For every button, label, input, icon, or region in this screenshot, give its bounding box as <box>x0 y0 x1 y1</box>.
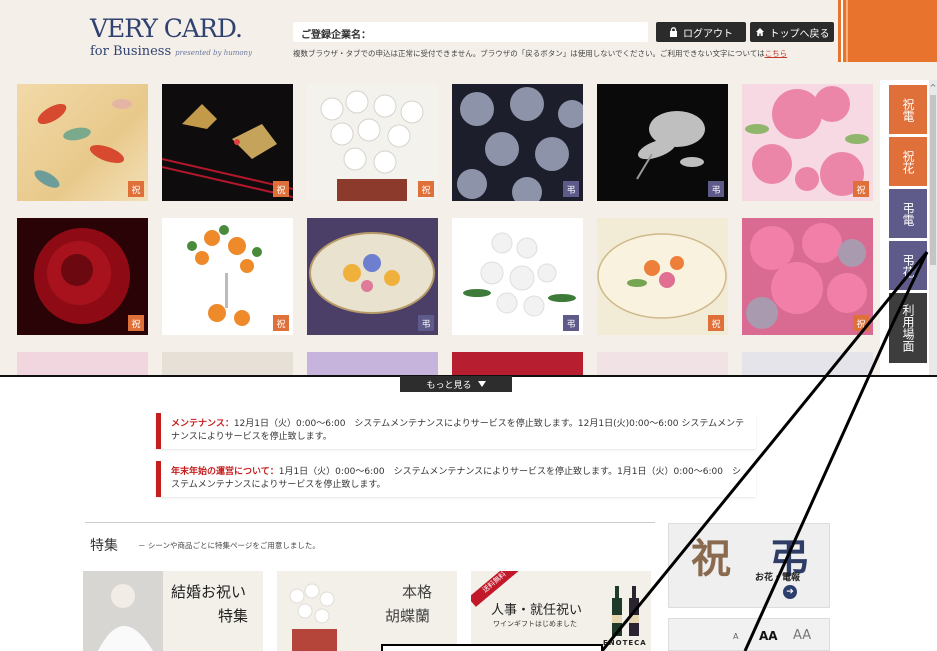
font-size-selector: A AA AA <box>668 618 830 651</box>
side-nav-celebration-flowers[interactable]: 祝花 <box>889 137 927 186</box>
font-size-large-button[interactable]: AA <box>793 628 811 643</box>
celebration-tag: 祝 <box>853 181 869 197</box>
wine-special-card[interactable]: 送料無料 人事・就任祝い ワインギフトはじめました ENOTECA <box>471 571 651 651</box>
product-tile[interactable]: 祝 <box>307 84 438 201</box>
special-divider <box>85 522 655 523</box>
celebration-tag: 祝 <box>273 315 289 331</box>
wine-card-title: 人事・就任祝い <box>491 603 583 618</box>
new-year-title: 年末年始の運営について： <box>171 467 279 477</box>
product-tile[interactable]: 弔 <box>452 218 583 335</box>
product-tile[interactable]: 弔 <box>597 84 728 201</box>
page: VERY CARD. for Business presented by humo… <box>0 0 937 651</box>
wedding-card-subtitle: 特集 <box>218 607 249 625</box>
logo-presented-text: presented by humony <box>175 49 253 57</box>
celebration-tag: 祝 <box>273 181 289 197</box>
accent-block <box>838 0 937 62</box>
condolence-tag: 弔 <box>563 315 579 331</box>
new-year-notice: 年末年始の運営について：1月1日（火）0:00〜6:00 システムメンテナンスに… <box>156 461 756 497</box>
logout-button[interactable]: ログアウト <box>656 22 746 42</box>
celebration-tag: 祝 <box>853 315 869 331</box>
company-name-field: ご登録企業名： <box>293 22 648 42</box>
celebration-kanji: 祝 <box>691 535 731 582</box>
scroll-up-arrow-icon[interactable]: ^ <box>929 83 937 93</box>
arrow-right-icon: ➔ <box>783 585 797 599</box>
product-tile[interactable] <box>742 352 873 375</box>
maintenance-title: メンテナンス： <box>171 419 234 429</box>
celebration-tag: 祝 <box>128 315 144 331</box>
product-tile[interactable] <box>17 352 148 375</box>
banner-text: お花・電報 <box>755 573 801 583</box>
condolence-tag: 弔 <box>563 181 579 197</box>
maintenance-body: 12月1日（火）0:00〜6:00 システムメンテナンスによりサービスを停止致し… <box>171 419 745 442</box>
wine-bottles-image <box>612 586 639 636</box>
celebration-condolence-banner[interactable]: 祝 弔 お花・電報 ➔ <box>668 523 830 608</box>
celebration-tag: 祝 <box>128 181 144 197</box>
celebration-tag: 祝 <box>418 181 434 197</box>
show-more-button[interactable]: もっと見る <box>400 376 512 392</box>
maintenance-notice: メンテナンス：12月1日（火）0:00〜6:00 システムメンテナンスによりサー… <box>156 413 756 449</box>
condolence-tag: 弔 <box>418 315 434 331</box>
condolence-tag: 弔 <box>708 181 724 197</box>
wine-card-subtitle: ワインギフトはじめました <box>493 620 577 628</box>
product-tile[interactable]: 祝 <box>17 218 148 335</box>
notice-link[interactable]: こちら <box>765 49 788 58</box>
product-tile[interactable] <box>162 352 293 375</box>
product-tile[interactable] <box>452 352 583 375</box>
logo-sub-text: for Business <box>90 44 172 59</box>
product-tile[interactable]: 祝 <box>162 84 293 201</box>
scrollbar-thumb[interactable] <box>930 95 936 265</box>
notice-text: 複数ブラウザ・タブでの申込は正常に受付できません。ブラウザの「戻るボタン」は使用… <box>293 49 765 58</box>
wedding-special-card[interactable]: 結婚お祝い 特集 <box>83 571 263 651</box>
side-nav-celebration-telegram[interactable]: 祝電 <box>889 85 927 134</box>
logout-label: ログアウト <box>683 28 733 40</box>
product-tile[interactable]: 祝 <box>597 218 728 335</box>
orchid-special-card[interactable]: 本格 胡蝶蘭 <box>277 571 457 651</box>
side-nav-usage-scenes[interactable]: 利用場面 <box>889 293 927 363</box>
home-icon <box>755 28 764 36</box>
product-tile[interactable]: 祝 <box>162 218 293 335</box>
product-tile[interactable]: 弔 <box>307 218 438 335</box>
back-to-top-button[interactable]: トップへ戻る <box>750 22 834 42</box>
header: VERY CARD. for Business presented by humo… <box>0 0 937 80</box>
show-more-label: もっと見る <box>426 380 472 391</box>
back-to-top-label: トップへ戻る <box>769 28 830 40</box>
side-nav-condolence-flowers[interactable]: 弔花 <box>889 241 927 290</box>
orchid-card-subtitle: 胡蝶蘭 <box>385 607 431 625</box>
wine-brand-label: ENOTECA <box>603 639 647 647</box>
product-gallery: 祝 祝 祝 弔 弔 祝 祝 祝 弔 弔 祝 祝 <box>0 80 880 375</box>
product-tile[interactable]: 祝 <box>742 218 873 335</box>
product-tile[interactable] <box>597 352 728 375</box>
font-size-small-button[interactable]: A <box>733 632 738 641</box>
product-tile[interactable]: 弔 <box>452 84 583 201</box>
product-tile[interactable]: 祝 <box>742 84 873 201</box>
side-nav-condolence-telegram[interactable]: 弔電 <box>889 189 927 238</box>
font-size-medium-button[interactable]: AA <box>759 629 778 643</box>
product-tile[interactable]: 祝 <box>17 84 148 201</box>
lock-icon <box>670 27 677 37</box>
logo-subtitle: for Business presented by humony <box>90 44 252 59</box>
browser-notice: 複数ブラウザ・タブでの申込は正常に受付できません。ブラウザの「戻るボタン」は使用… <box>293 48 843 59</box>
celebration-tag: 祝 <box>708 315 724 331</box>
triangle-down-icon <box>477 381 486 387</box>
product-tile[interactable] <box>307 352 438 375</box>
special-title: 特集 <box>90 538 118 554</box>
special-description: － シーンや商品ごとに特集ページをご用意しました。 <box>138 541 320 550</box>
orchid-card-title: 本格 <box>402 583 433 601</box>
logo[interactable]: VERY CARD. <box>90 16 243 42</box>
wedding-card-title: 結婚お祝い <box>171 583 247 601</box>
